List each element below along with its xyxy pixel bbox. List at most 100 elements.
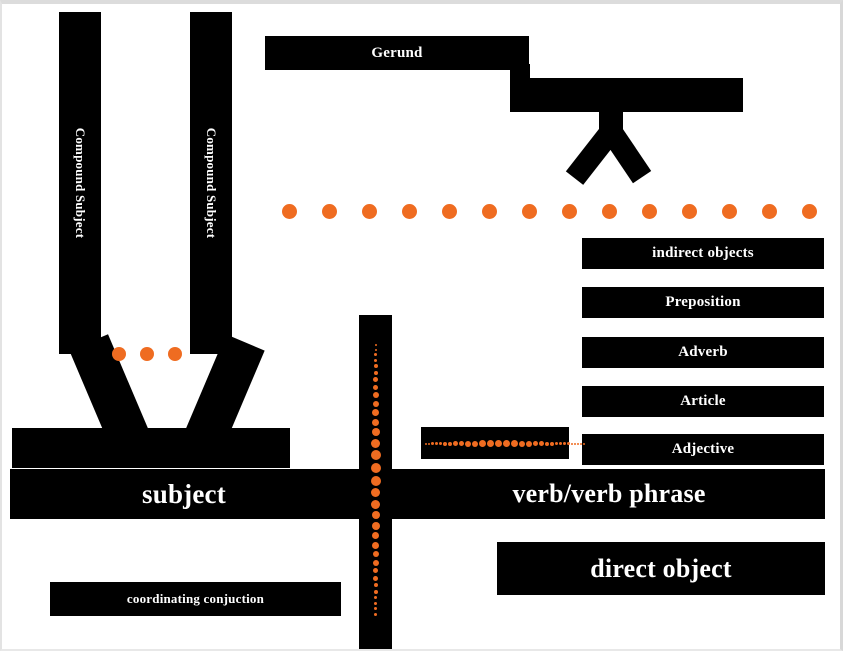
compound-subject-dotted-connector <box>112 347 182 361</box>
dot <box>371 488 380 498</box>
dot <box>112 347 126 361</box>
sentence-diagram-canvas: Compound Subject Compound Subject Gerund <box>0 0 843 651</box>
dot <box>580 442 582 445</box>
dot <box>371 428 380 437</box>
adjective-dotted-connector-bar <box>421 427 585 459</box>
dot <box>577 442 579 445</box>
dot <box>322 204 337 219</box>
dot <box>487 440 494 447</box>
direct-object-label: direct object <box>590 553 732 583</box>
gerund-right-diagonal <box>603 127 652 184</box>
indirect-objects-bar[interactable]: indirect objects <box>582 238 824 269</box>
dot <box>373 364 378 369</box>
dot <box>526 440 532 447</box>
dot <box>503 440 510 447</box>
dot <box>533 441 538 446</box>
dot <box>374 596 377 600</box>
dot <box>459 441 464 446</box>
gerund-crossbar <box>514 78 743 112</box>
adverb-label: Adverb <box>678 344 728 360</box>
dot <box>372 418 379 426</box>
verb-phrase-label: verb/verb phrase <box>512 479 706 508</box>
dot <box>642 204 657 219</box>
dot <box>373 370 378 375</box>
adjective-bar[interactable]: Adjective <box>582 434 824 465</box>
dot <box>583 442 585 445</box>
dot <box>371 511 380 520</box>
adjective-dotted-connector <box>425 440 585 447</box>
dot <box>472 440 478 447</box>
dot <box>372 400 379 407</box>
dot <box>168 347 182 361</box>
dot <box>371 438 380 448</box>
adverb-bar[interactable]: Adverb <box>582 337 824 368</box>
dot <box>431 442 434 445</box>
dot <box>511 440 518 447</box>
adjective-label: Adjective <box>671 441 735 457</box>
dot <box>373 589 378 594</box>
article-bar[interactable]: Article <box>582 386 824 417</box>
gerund-label: Gerund <box>371 44 423 61</box>
dot <box>370 450 381 461</box>
subject-pedestal-bar <box>12 428 290 468</box>
dot <box>439 442 442 445</box>
dot <box>571 442 573 445</box>
coordinating-conjunction-bar[interactable]: coordinating conjuction <box>50 582 341 616</box>
dot <box>443 441 447 446</box>
dot <box>539 441 544 446</box>
dot <box>370 462 381 473</box>
direct-object-bar[interactable]: direct object <box>497 542 825 595</box>
dot <box>374 601 377 605</box>
dot <box>442 204 457 219</box>
dot <box>372 392 379 399</box>
dot <box>428 442 430 445</box>
dot <box>482 204 497 219</box>
dot <box>374 607 377 611</box>
dot <box>602 204 617 219</box>
dot <box>563 442 566 445</box>
article-label: Article <box>680 393 726 409</box>
dot <box>682 204 697 219</box>
dot <box>372 532 379 540</box>
compound-subject-right-bar[interactable]: Compound Subject <box>190 12 232 354</box>
subject-label-box: subject <box>10 469 358 519</box>
compound-subject-right-label: Compound Subject <box>204 127 219 239</box>
dot <box>373 568 378 574</box>
dot <box>574 442 576 445</box>
dot <box>425 442 427 445</box>
dot <box>140 347 154 361</box>
dot <box>371 521 380 530</box>
dot <box>522 204 537 219</box>
dot <box>495 440 502 447</box>
dot <box>562 204 577 219</box>
dot <box>374 358 377 362</box>
dot <box>374 344 377 346</box>
indirect-objects-label: indirect objects <box>652 245 754 261</box>
dot <box>374 353 377 357</box>
compound-subject-left-label: Compound Subject <box>73 127 88 239</box>
dot <box>435 442 438 445</box>
verb-phrase-bar[interactable]: verb/verb phrase <box>393 469 825 519</box>
dot <box>372 559 379 566</box>
dot <box>802 204 817 219</box>
dot <box>448 441 452 446</box>
horizontal-dotted-connector <box>282 204 817 219</box>
dot <box>567 442 570 445</box>
subject-label: subject <box>142 478 226 509</box>
dot <box>373 377 378 383</box>
preposition-label: Preposition <box>665 294 741 310</box>
dot <box>373 583 378 588</box>
dot <box>479 440 486 447</box>
dot <box>362 204 377 219</box>
dot <box>545 441 549 446</box>
gerund-bar[interactable]: Gerund <box>265 36 529 70</box>
dot <box>555 442 558 445</box>
dot <box>374 613 377 616</box>
dot <box>559 442 562 445</box>
dot <box>453 441 458 446</box>
preposition-bar[interactable]: Preposition <box>582 287 824 318</box>
dot <box>373 384 378 390</box>
dot <box>372 551 379 558</box>
compound-subject-left-bar[interactable]: Compound Subject <box>59 12 101 354</box>
dot <box>371 499 380 509</box>
